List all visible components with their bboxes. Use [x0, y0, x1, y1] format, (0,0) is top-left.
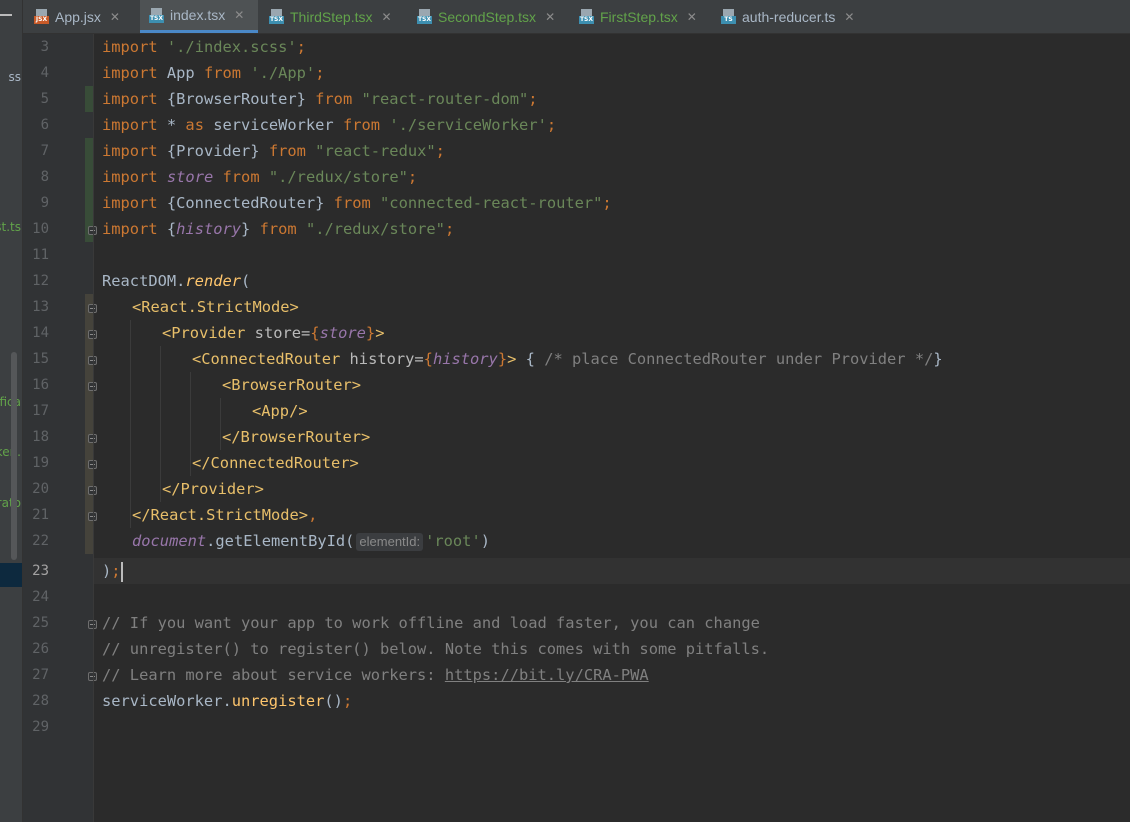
- editor-gutter[interactable]: 3 4 5 6 7 8 9 10 11 12 13 14 15 16 17 18…: [23, 34, 97, 822]
- line-number: 6: [40, 117, 49, 133]
- code-line[interactable]: import {history} from "./redux/store";: [102, 216, 454, 242]
- code-line[interactable]: import App from './App';: [102, 60, 324, 86]
- code-line[interactable]: document.getElementById(elementId:'root'…: [132, 528, 490, 554]
- line-number: 14: [32, 325, 49, 341]
- code-line[interactable]: </React.StrictMode>,: [132, 502, 317, 528]
- line-number: 22: [32, 533, 49, 549]
- tsx-file-icon: TSX: [579, 9, 594, 24]
- close-icon[interactable]: ✕: [110, 10, 120, 24]
- code-line[interactable]: import store from "./redux/store";: [102, 164, 417, 190]
- tab-label: auth-reducer.ts: [742, 8, 836, 25]
- code-line-current[interactable]: );: [102, 558, 123, 584]
- line-number: 13: [32, 299, 49, 315]
- line-number: 17: [32, 403, 49, 419]
- code-line[interactable]: serviceWorker.unregister();: [102, 688, 352, 714]
- tab-label: SecondStep.tsx: [438, 8, 537, 25]
- indent-guide: [130, 320, 131, 528]
- code-line[interactable]: import {BrowserRouter} from "react-route…: [102, 86, 538, 112]
- tab-label: App.jsx: [55, 8, 101, 25]
- project-scrollbar[interactable]: [11, 352, 17, 560]
- line-number: 19: [32, 455, 49, 471]
- code-line[interactable]: import {ConnectedRouter} from "connected…: [102, 190, 612, 216]
- line-number: 11: [32, 247, 49, 263]
- code-line[interactable]: ReactDOM.render(: [102, 268, 250, 294]
- line-number: 4: [40, 65, 49, 81]
- code-line[interactable]: import './index.scss';: [102, 34, 306, 60]
- close-icon[interactable]: ✕: [381, 10, 391, 24]
- editor-tab-bar: JSX App.jsx ✕ TSX index.tsx ✕ TSX ThirdS…: [23, 0, 1130, 34]
- code-line[interactable]: // Learn more about service workers: htt…: [102, 662, 649, 688]
- tab-label: index.tsx: [170, 7, 226, 23]
- selected-project-row[interactable]: [0, 563, 22, 587]
- code-line[interactable]: </ConnectedRouter>: [192, 450, 359, 476]
- line-number: 21: [32, 507, 49, 523]
- line-number: 29: [32, 719, 49, 735]
- text-caret: [120, 561, 123, 582]
- code-editor[interactable]: import './index.scss'; import App from '…: [94, 34, 1130, 822]
- line-number: 24: [32, 589, 49, 605]
- close-icon[interactable]: ✕: [234, 8, 244, 22]
- project-panel[interactable]: ss st.ts ifica ken. erato: [0, 0, 22, 822]
- line-number: 10: [32, 221, 49, 237]
- line-number: 18: [32, 429, 49, 445]
- line-number: 5: [40, 91, 49, 107]
- indent-guide: [190, 372, 191, 476]
- tab-secondstep-tsx[interactable]: TSX SecondStep.tsx ✕: [408, 0, 568, 33]
- vcs-added-marker[interactable]: [85, 86, 93, 112]
- line-number: 28: [32, 693, 49, 709]
- line-number: 26: [32, 641, 49, 657]
- project-file-fragment[interactable]: ss: [8, 70, 21, 84]
- code-line[interactable]: import * as serviceWorker from './servic…: [102, 112, 556, 138]
- line-number: 16: [32, 377, 49, 393]
- indent-guide: [160, 346, 161, 502]
- tab-thirdstep-tsx[interactable]: TSX ThirdStep.tsx ✕: [260, 0, 406, 33]
- line-number: 8: [40, 169, 49, 185]
- code-line[interactable]: <App/>: [252, 398, 308, 424]
- code-line[interactable]: // If you want your app to work offline …: [102, 610, 760, 636]
- code-line[interactable]: <ConnectedRouter history={history}> { /*…: [192, 346, 943, 372]
- code-line[interactable]: // unregister() to register() below. Not…: [102, 636, 769, 662]
- code-line[interactable]: </BrowserRouter>: [222, 424, 370, 450]
- tab-firststep-tsx[interactable]: TSX FirstStep.tsx ✕: [570, 0, 710, 33]
- close-icon[interactable]: ✕: [687, 10, 697, 24]
- tab-index-tsx[interactable]: TSX index.tsx ✕: [140, 0, 258, 33]
- project-file-fragment[interactable]: st.ts: [0, 220, 21, 234]
- tab-auth-reducer-ts[interactable]: TS auth-reducer.ts ✕: [712, 0, 872, 33]
- collapse-icon[interactable]: [0, 14, 12, 16]
- current-line-highlight: [94, 558, 1130, 584]
- ts-file-icon: TS: [721, 9, 736, 24]
- tab-app-jsx[interactable]: JSX App.jsx ✕: [25, 0, 138, 33]
- indent-guide: [220, 398, 221, 450]
- comment-link[interactable]: https://bit.ly/CRA-PWA: [445, 666, 649, 684]
- code-line[interactable]: </Provider>: [162, 476, 264, 502]
- tab-label: FirstStep.tsx: [600, 8, 678, 25]
- parameter-hint: elementId:: [356, 533, 424, 551]
- close-icon[interactable]: ✕: [844, 10, 854, 24]
- line-number: 9: [40, 195, 49, 211]
- code-line[interactable]: <Provider store={store}>: [162, 320, 384, 346]
- line-number: 12: [32, 273, 49, 289]
- line-number-current: 23: [32, 563, 49, 579]
- line-number: 27: [32, 667, 49, 683]
- tsx-file-icon: TSX: [269, 9, 284, 24]
- line-number: 3: [40, 39, 49, 55]
- code-line[interactable]: <React.StrictMode>: [132, 294, 299, 320]
- code-line[interactable]: import {Provider} from "react-redux";: [102, 138, 445, 164]
- close-icon[interactable]: ✕: [545, 10, 555, 24]
- tsx-file-icon: TSX: [417, 9, 432, 24]
- jsx-file-icon: JSX: [34, 9, 49, 24]
- line-number: 7: [40, 143, 49, 159]
- tsx-file-icon: TSX: [149, 7, 164, 23]
- line-number: 20: [32, 481, 49, 497]
- line-number: 15: [32, 351, 49, 367]
- line-number: 25: [32, 615, 49, 631]
- code-line[interactable]: <BrowserRouter>: [222, 372, 361, 398]
- tab-label: ThirdStep.tsx: [290, 8, 373, 25]
